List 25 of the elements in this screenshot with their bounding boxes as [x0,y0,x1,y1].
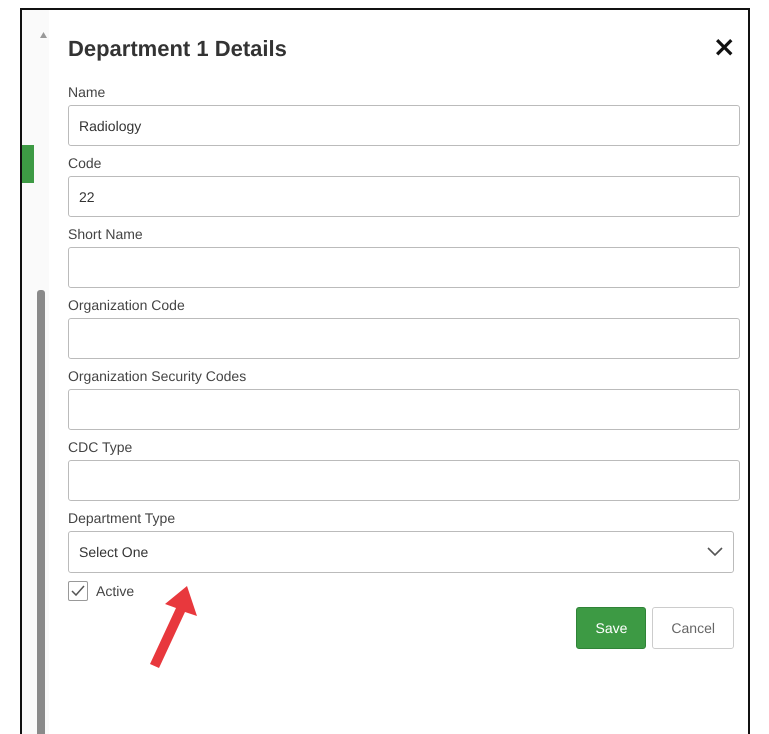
input-field[interactable]: 22 [68,176,740,217]
input-field[interactable] [68,318,740,359]
close-button[interactable]: × [708,36,740,58]
field-label: CDC Type [68,439,132,455]
field-label: Short Name [68,226,143,242]
field-label: Department Type [68,510,176,526]
field-label: Name [68,84,106,100]
cancel-button[interactable]: Cancel [652,607,734,649]
checkbox-label: Active [96,583,134,599]
nav-indicator [22,145,34,183]
active-checkbox[interactable] [68,581,88,601]
save-button[interactable]: Save [576,607,646,649]
input-field[interactable] [68,460,740,501]
field-label: Code [68,155,102,171]
scrollbar-thumb[interactable] [37,290,45,734]
check-icon [71,585,85,597]
input-field[interactable] [68,389,740,430]
input-field[interactable]: Radiology [68,105,740,146]
dialog-title: Department 1 Details [68,36,287,62]
field-label: Organization Security Codes [68,368,246,384]
scroll-up-icon[interactable] [40,32,47,38]
field-label: Organization Code [68,297,185,313]
input-field[interactable] [68,247,740,288]
chevron-down-icon [707,547,723,557]
department-type-select[interactable]: Select One [68,531,734,573]
